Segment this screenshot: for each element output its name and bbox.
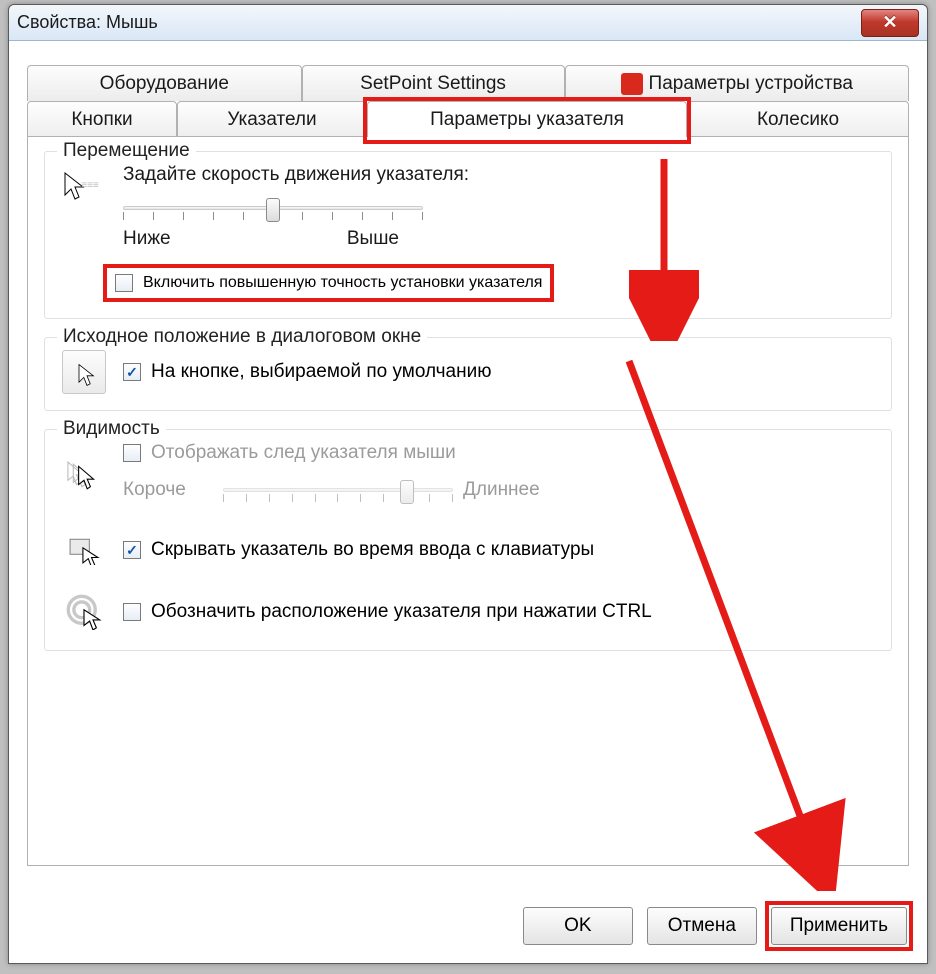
- label-ctrl-locate: Обозначить расположение указателя при на…: [151, 601, 652, 623]
- pointer-trail-icon: [59, 454, 109, 498]
- mouse-properties-window: Свойства: Мышь ✕ Оборудование SetPoint S…: [8, 4, 928, 964]
- label-enhance-precision: Включить повышенную точность установки у…: [143, 274, 542, 292]
- tab-pointer-options[interactable]: Параметры указателя: [367, 101, 687, 137]
- group-snapto: Исходное положение в диалоговом окне На …: [44, 337, 892, 411]
- ctrl-locate-icon: [59, 590, 109, 634]
- cancel-button[interactable]: Отмена: [647, 907, 757, 945]
- tab-hardware[interactable]: Оборудование: [27, 65, 302, 101]
- highlight-precision: Включить повышенную точность установки у…: [103, 264, 554, 302]
- highlight-apply: Применить: [771, 907, 907, 945]
- snapto-icon: [59, 350, 109, 394]
- label-snapto: На кнопке, выбираемой по умолчанию: [151, 361, 491, 383]
- legend-motion: Перемещение: [57, 140, 196, 162]
- checkbox-snapto[interactable]: [123, 363, 141, 381]
- checkbox-pointer-trail[interactable]: [123, 444, 141, 462]
- pointer-speed-slider[interactable]: [123, 192, 423, 226]
- slider-thumb[interactable]: [266, 198, 280, 222]
- speed-prompt: Задайте скорость движения указателя:: [123, 164, 877, 186]
- legend-snapto: Исходное положение в диалоговом окне: [57, 326, 427, 348]
- checkbox-enhance-precision[interactable]: [115, 274, 133, 292]
- tab-pointers[interactable]: Указатели: [177, 101, 367, 137]
- trail-length-slider: [223, 474, 453, 508]
- checkbox-hide-typing[interactable]: [123, 541, 141, 559]
- label-pointer-trail: Отображать след указателя мыши: [151, 442, 877, 464]
- tab-content: Перемещение ≡≡≡ Задайте скорость движени…: [27, 136, 909, 866]
- dialog-body: Оборудование SetPoint Settings Параметры…: [9, 41, 927, 963]
- close-button[interactable]: ✕: [861, 9, 919, 37]
- legend-visibility: Видимость: [57, 418, 166, 440]
- tab-setpoint[interactable]: SetPoint Settings: [302, 65, 565, 101]
- apply-button[interactable]: Применить: [771, 907, 907, 945]
- group-visibility: Видимость Отображать след указателя мыши: [44, 429, 892, 651]
- cursor-speed-icon: ≡≡≡: [59, 164, 109, 208]
- tab-wheel[interactable]: Колесико: [687, 101, 909, 137]
- checkbox-ctrl-locate[interactable]: [123, 603, 141, 621]
- hide-typing-icon: [59, 528, 109, 572]
- window-title: Свойства: Мышь: [17, 12, 861, 33]
- ok-button[interactable]: OK: [523, 907, 633, 945]
- tabs: Оборудование SetPoint Settings Параметры…: [27, 65, 909, 866]
- tab-row-2: Кнопки Указатели Параметры указателя Кол…: [27, 101, 909, 137]
- dialog-buttons: OK Отмена Применить: [523, 907, 907, 945]
- titlebar: Свойства: Мышь ✕: [9, 5, 927, 41]
- device-settings-icon: [621, 73, 643, 95]
- group-motion: Перемещение ≡≡≡ Задайте скорость движени…: [44, 151, 892, 319]
- tab-device-params[interactable]: Параметры устройства: [565, 65, 909, 101]
- tab-buttons[interactable]: Кнопки: [27, 101, 177, 137]
- tab-row-1: Оборудование SetPoint Settings Параметры…: [27, 65, 909, 101]
- label-hide-typing: Скрывать указатель во время ввода с клав…: [151, 539, 594, 561]
